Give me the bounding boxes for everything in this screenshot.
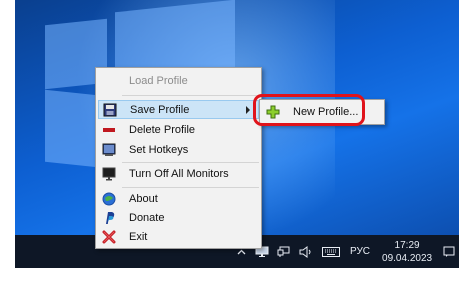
language-indicator[interactable]: РУС [350, 246, 370, 257]
chevron-up-icon[interactable] [234, 249, 248, 255]
exit-icon [101, 229, 117, 245]
monitor-off-icon [101, 166, 117, 182]
menu-item-label: Delete Profile [129, 123, 196, 136]
menu-separator [122, 162, 259, 163]
menu-item-exit[interactable]: Exit [98, 227, 259, 246]
save-icon [102, 102, 118, 118]
chevron-right-icon [246, 106, 250, 114]
volume-icon[interactable] [298, 245, 314, 258]
menu-item-label: Turn Off All Monitors [129, 167, 229, 180]
clock-time: 17:29 [394, 239, 420, 251]
menu-item-donate[interactable]: Donate [98, 208, 259, 227]
menu-separator [122, 95, 259, 96]
menu-item-label: Donate [129, 211, 165, 224]
menu-item-save-profile[interactable]: Save Profile [98, 100, 259, 119]
menu-item-label: Save Profile [130, 103, 190, 116]
system-tray: РУС 17:29 09.04.2023 [230, 235, 459, 268]
hotkeys-icon [101, 142, 117, 158]
about-icon [101, 191, 117, 207]
clock-date: 09.04.2023 [382, 252, 433, 264]
delete-icon [101, 122, 117, 138]
paypal-icon [101, 210, 117, 226]
notification-icon[interactable] [442, 246, 456, 258]
menu-item-set-hotkeys[interactable]: Set Hotkeys [98, 140, 259, 159]
network-icon[interactable] [276, 246, 292, 258]
menu-separator [122, 187, 259, 188]
menu-item-label: Load Profile [129, 74, 188, 87]
menu-item-delete-profile[interactable]: Delete Profile [98, 120, 259, 139]
annotation-highlight [253, 94, 365, 126]
menu-item-turn-off-all-monitors[interactable]: Turn Off All Monitors [98, 164, 259, 183]
clock[interactable]: 17:29 09.04.2023 [382, 239, 432, 265]
menu-item-label: About [129, 192, 158, 205]
menu-item-label: Exit [129, 230, 148, 243]
menu-item-label: Set Hotkeys [129, 143, 189, 156]
load-profile-icon [101, 73, 117, 89]
menu-item-load-profile[interactable]: Load Profile [98, 71, 259, 90]
tray-context-menu: Load Profile Save Profile Delete Profile… [95, 67, 262, 249]
keyboard-icon[interactable] [322, 246, 340, 257]
menu-item-about[interactable]: About [98, 189, 259, 208]
